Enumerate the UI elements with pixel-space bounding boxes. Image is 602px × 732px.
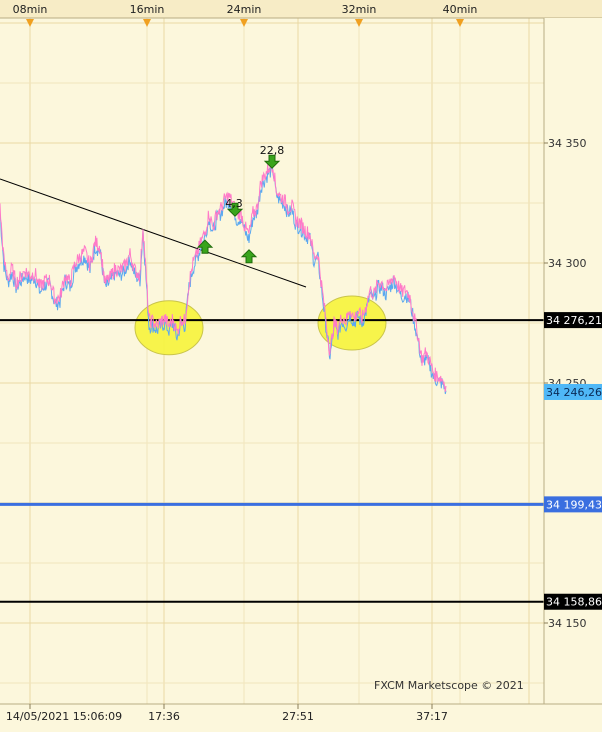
signal-annotation: 4,3 [225,197,243,210]
price-tick-label: 34 300 [548,257,587,270]
top-time-label: 24min [227,3,262,16]
watermark: FXCM Marketscope © 2021 [374,679,524,692]
top-time-label: 40min [443,3,478,16]
top-time-label: 16min [130,3,165,16]
bottom-time-label: 14/05/2021 15:06:09 [6,710,122,723]
price-tick-label: 34 150 [548,617,587,630]
price-chart[interactable]: 22,8 4,3 08min 16min 24min 32min 40min 14/05/2… [0,0,602,728]
signal-annotation: 22,8 [260,144,285,157]
level-price-label: 34 246,26 [546,386,602,399]
top-time-label: 08min [13,3,48,16]
level-price-label: 34 199,43 [546,498,602,511]
top-axis-bar [0,0,602,18]
bottom-time-label: 37:17 [416,710,448,723]
plot-area [0,0,602,728]
chart-svg: 22,8 4,3 08min 16min 24min 32min 40min 14/05/2… [0,0,602,728]
bottom-time-label: 17:36 [148,710,180,723]
price-tick-label: 34 350 [548,137,587,150]
level-price-label: 34 276,21 [546,314,602,327]
bottom-time-label: 27:51 [282,710,314,723]
top-time-label: 32min [342,3,377,16]
level-price-label: 34 158,86 [546,596,602,609]
